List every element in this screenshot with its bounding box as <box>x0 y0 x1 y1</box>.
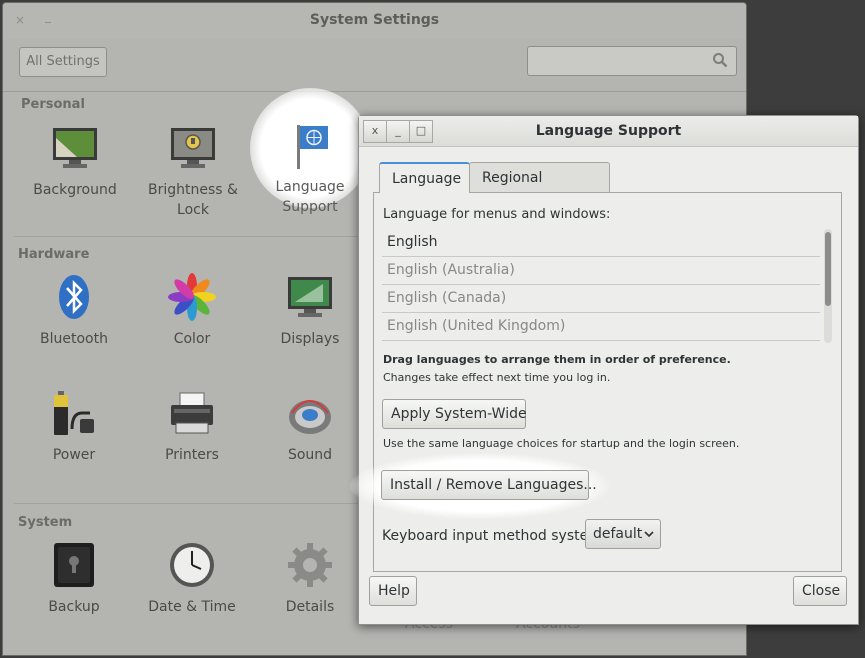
section-title-system: System <box>18 515 73 530</box>
item-label: Sound <box>287 447 333 463</box>
printer-icon <box>168 389 216 437</box>
tab-language[interactable]: Language <box>379 162 470 193</box>
item-label: Support <box>282 199 338 215</box>
item-sound[interactable]: Sound <box>251 389 369 465</box>
item-label: Color <box>173 331 211 347</box>
item-backup[interactable]: Backup <box>15 541 133 617</box>
item-label: Details <box>285 599 335 615</box>
clock-icon <box>168 541 216 589</box>
displays-icon <box>286 273 334 321</box>
item-date-time[interactable]: Date & Time <box>133 541 251 617</box>
item-label: Power <box>52 447 96 463</box>
minimize-icon[interactable]: _ <box>386 120 410 143</box>
power-icon <box>50 389 98 437</box>
item-displays[interactable]: Displays <box>251 273 369 349</box>
item-language-support[interactable]: Language Support <box>251 121 369 217</box>
flag-icon <box>286 121 334 169</box>
keyboard-input-select[interactable]: default <box>585 519 661 549</box>
install-remove-languages-button[interactable]: Install / Remove Languages... <box>381 470 597 500</box>
item-label: Date & Time <box>148 599 236 615</box>
safe-icon <box>50 541 98 589</box>
help-button[interactable]: Help <box>369 576 417 606</box>
chevron-down-icon <box>644 531 654 538</box>
keyboard-input-label: Keyboard input method system: <box>382 528 607 544</box>
section-divider <box>14 236 359 237</box>
item-printers[interactable]: Printers <box>133 389 251 465</box>
speaker-icon <box>286 389 334 437</box>
close-icon[interactable]: x <box>363 120 387 143</box>
item-details[interactable]: Details <box>251 541 369 617</box>
dialog-titlebar: x _ □ Language Support <box>359 116 858 147</box>
gear-icon <box>286 541 334 589</box>
item-label: Displays <box>280 331 340 347</box>
close-button[interactable]: Close <box>793 576 847 606</box>
color-icon <box>168 273 216 321</box>
dialog-foreground-layer: Install / Remove Languages... Keyboard i… <box>373 191 840 569</box>
item-color[interactable]: Color <box>133 273 251 349</box>
item-bluetooth[interactable]: Bluetooth <box>15 273 133 349</box>
dialog-title: Language Support <box>535 123 682 139</box>
tab-regional-formats[interactable]: Regional Formats <box>469 162 610 216</box>
maximize-icon[interactable]: □ <box>409 120 433 143</box>
select-value: default <box>593 526 643 542</box>
item-label: Language <box>275 179 345 195</box>
item-power[interactable]: Power <box>15 389 133 465</box>
section-divider <box>14 503 359 504</box>
item-label: Backup <box>48 599 100 615</box>
section-title-hardware: Hardware <box>18 247 90 262</box>
bluetooth-icon <box>50 273 98 321</box>
item-label: Printers <box>165 447 219 463</box>
item-label: Bluetooth <box>40 331 108 347</box>
